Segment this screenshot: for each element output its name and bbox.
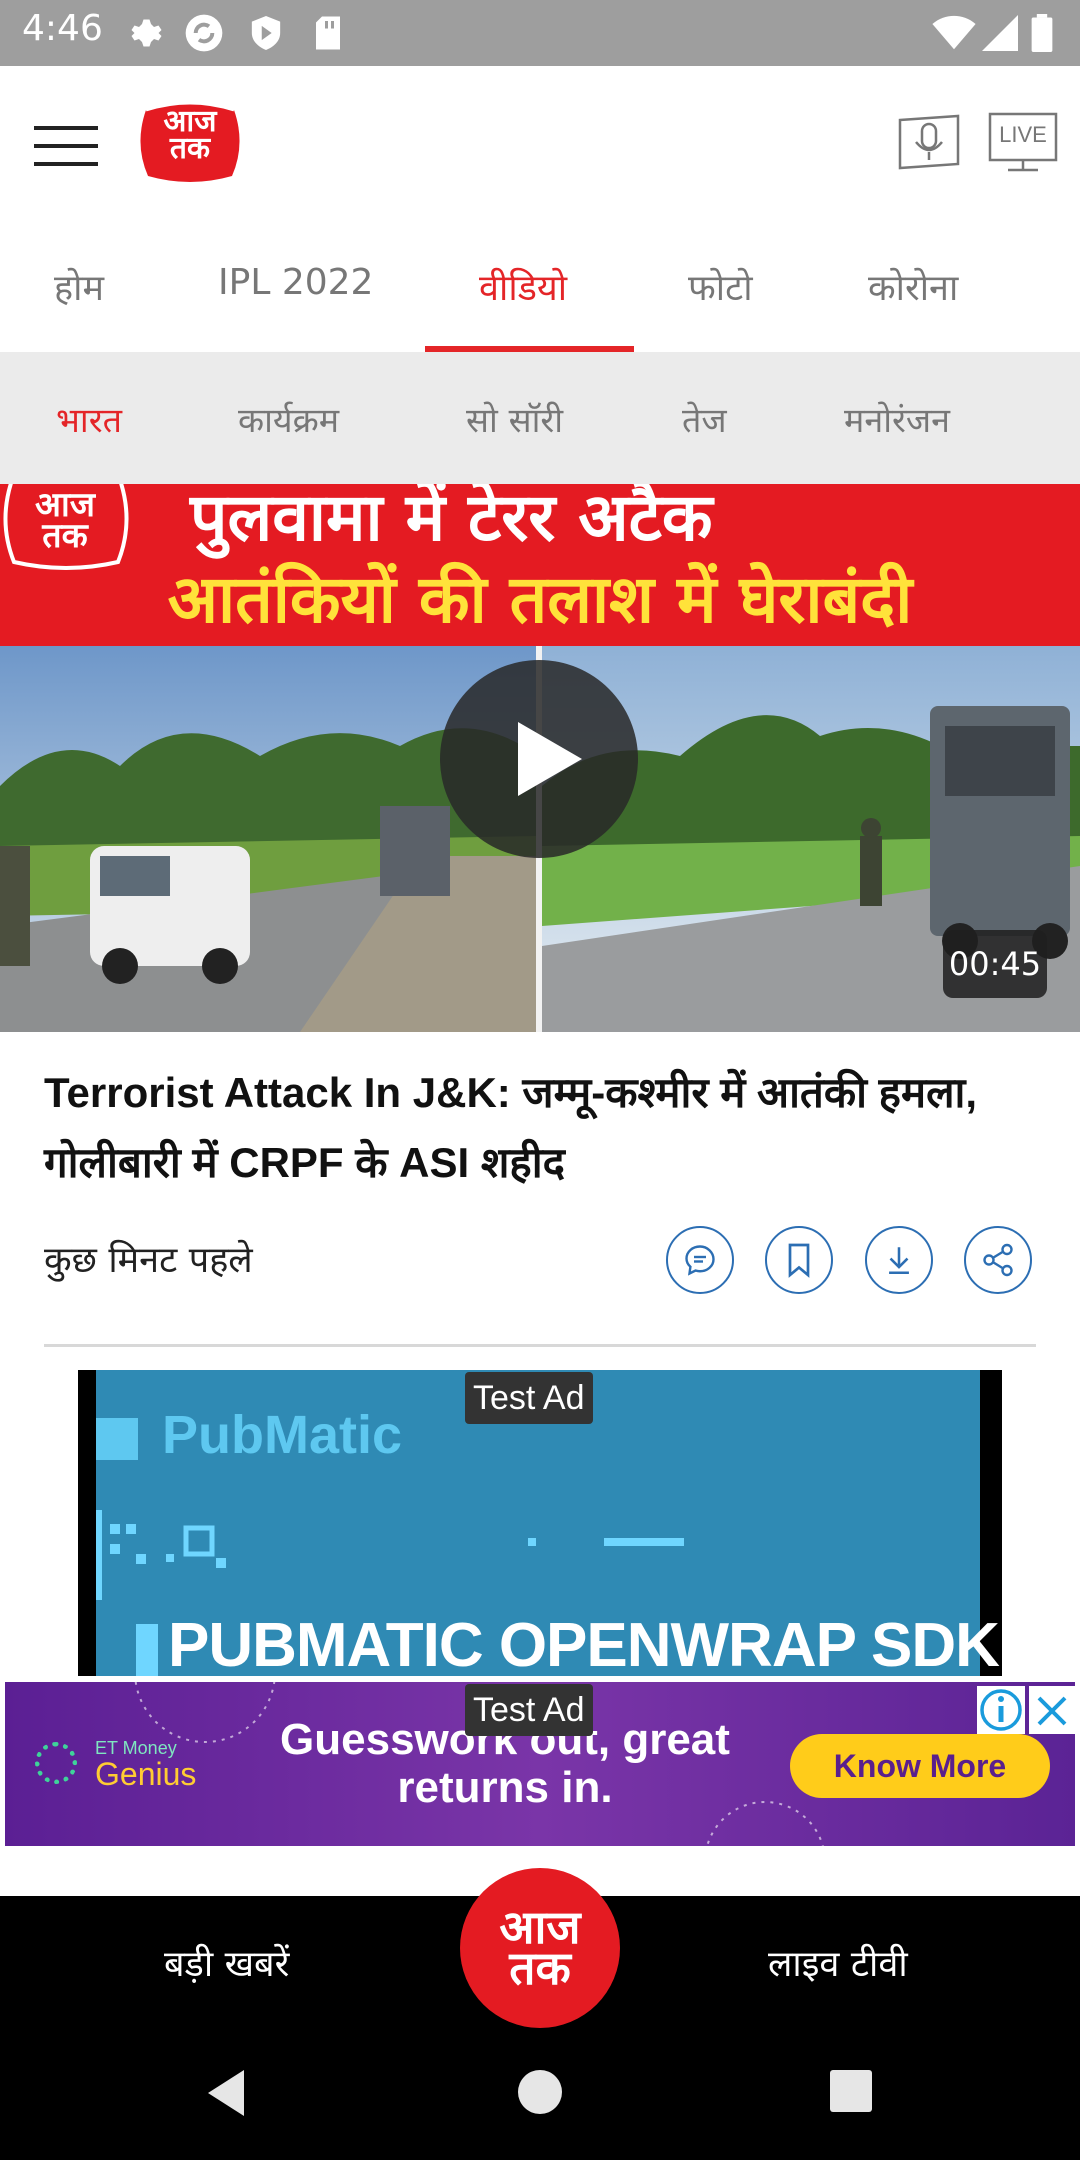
ad2-info-icon[interactable] — [977, 1686, 1025, 1734]
bottom-nav-home-logo[interactable]: आज तक — [460, 1868, 620, 2028]
subnav-item-manoranjan[interactable]: मनोरंजन — [844, 396, 950, 442]
ad2-brand-line2: Genius — [95, 1756, 197, 1792]
ad2-close-icon[interactable] — [1029, 1686, 1075, 1734]
signal-icon — [982, 14, 1018, 52]
etmoney-logo-icon — [35, 1742, 77, 1784]
test-ad-label: Test Ad — [465, 1372, 593, 1424]
aajtak-logo[interactable]: आज तक — [136, 100, 244, 184]
ad-accent-bar — [136, 1624, 158, 1676]
ad-headline: PUBMATIC OPENWRAP SDK — [168, 1611, 1000, 1676]
ad2-text-line2: returns in. — [397, 1763, 613, 1812]
settings-icon — [126, 14, 164, 52]
live-label: LIVE — [999, 122, 1047, 147]
status-time: 4:46 — [22, 8, 103, 49]
ad-pixel-graphic — [96, 1510, 684, 1600]
sd-card-icon — [312, 14, 344, 52]
wifi-icon — [932, 14, 976, 52]
subnav-item-bharat[interactable]: भारत — [56, 396, 122, 442]
comment-button[interactable] — [666, 1226, 734, 1294]
bookmark-icon — [788, 1243, 810, 1278]
logo-text: आज तक — [163, 104, 217, 166]
share-icon — [983, 1243, 1013, 1277]
pubmatic-logo-mark — [96, 1418, 138, 1460]
sync-app-icon — [184, 14, 224, 52]
tab-corona[interactable]: कोरोना — [868, 262, 958, 311]
article-time: कुछ मिनट पहले — [44, 1240, 253, 1281]
section-divider — [44, 1344, 1036, 1347]
ad-headline-wrap: PUBMATIC OPENWRAP SDK — [136, 1610, 1000, 1676]
tab-ipl[interactable]: IPL 2022 — [218, 262, 373, 303]
comment-icon — [685, 1245, 715, 1276]
bookmark-button[interactable] — [765, 1226, 833, 1294]
banner-line-2: आतंकियों की तलाश में घेराबंदी — [167, 561, 913, 638]
banner-line-1: पुलवामा में टेरर अटैक — [190, 484, 713, 556]
tab-home[interactable]: होम — [54, 262, 104, 311]
video-duration: 00:45 — [943, 930, 1047, 998]
play-button[interactable] — [440, 660, 638, 858]
subnav-item-karyakram[interactable]: कार्यक्रम — [238, 396, 339, 442]
microphone-icon[interactable] — [892, 112, 966, 172]
banner-logo-text: आज तक — [35, 485, 95, 556]
video-title-banner: आज तक पुलवामा में टेरर अटैक आतंकियों की … — [0, 484, 1080, 646]
bottom-nav-live-tv[interactable]: लाइव टीवी — [768, 1938, 908, 1987]
live-tv-button[interactable]: LIVE — [988, 112, 1058, 174]
download-button[interactable] — [865, 1226, 933, 1294]
category-tabs: होम IPL 2022 वीडियो फोटो कोरोना — [0, 226, 1080, 352]
download-icon — [889, 1247, 909, 1275]
test-ad-label-2: Test Ad — [465, 1684, 593, 1736]
bottom-nav-top-news[interactable]: बड़ी खबरें — [164, 1938, 289, 1987]
share-button[interactable] — [964, 1226, 1032, 1294]
video-thumbnail[interactable] — [0, 646, 1080, 1032]
sub-category-bar: भारत कार्यक्रम सो सॉरी तेज मनोरंजन — [0, 352, 1080, 484]
back-nav-icon[interactable] — [204, 2068, 248, 2118]
article-headline[interactable]: Terrorist Attack In J&K: जम्मू-कश्मीर मे… — [44, 1058, 1034, 1198]
home-nav-icon[interactable] — [518, 2070, 562, 2114]
tab-video[interactable]: वीडियो — [479, 262, 567, 311]
recents-nav-icon[interactable] — [830, 2070, 872, 2112]
subnav-item-so-sorry[interactable]: सो सॉरी — [466, 396, 563, 442]
tab-photo[interactable]: फोटो — [688, 262, 753, 311]
ad-brand: PubMatic — [162, 1405, 403, 1465]
hamburger-menu-icon[interactable] — [34, 124, 98, 168]
subnav-item-tez[interactable]: तेज — [682, 396, 727, 442]
bottom-logo-text: आज तक — [499, 1899, 581, 1995]
battery-icon — [1030, 14, 1054, 52]
shield-play-icon — [248, 14, 284, 52]
know-more-button[interactable]: Know More — [790, 1734, 1050, 1798]
